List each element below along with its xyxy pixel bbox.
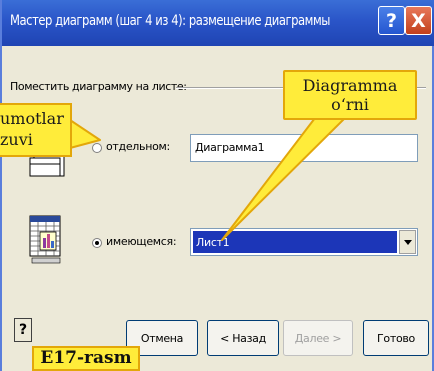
- callout-left-line-1: umotlar: [0, 109, 64, 128]
- callout-right-line-1: Diagramma: [302, 76, 398, 95]
- figure-caption: E17-rasm: [32, 346, 140, 371]
- callout-left-line-2: zuvi: [0, 130, 33, 149]
- callout-right-line-2: o‘rni: [331, 95, 369, 114]
- callout-data-source: umotlar zuvi: [0, 103, 72, 157]
- callout-chart-location: Diagramma o‘rni: [283, 70, 417, 120]
- callout-pointers: [69, 117, 346, 241]
